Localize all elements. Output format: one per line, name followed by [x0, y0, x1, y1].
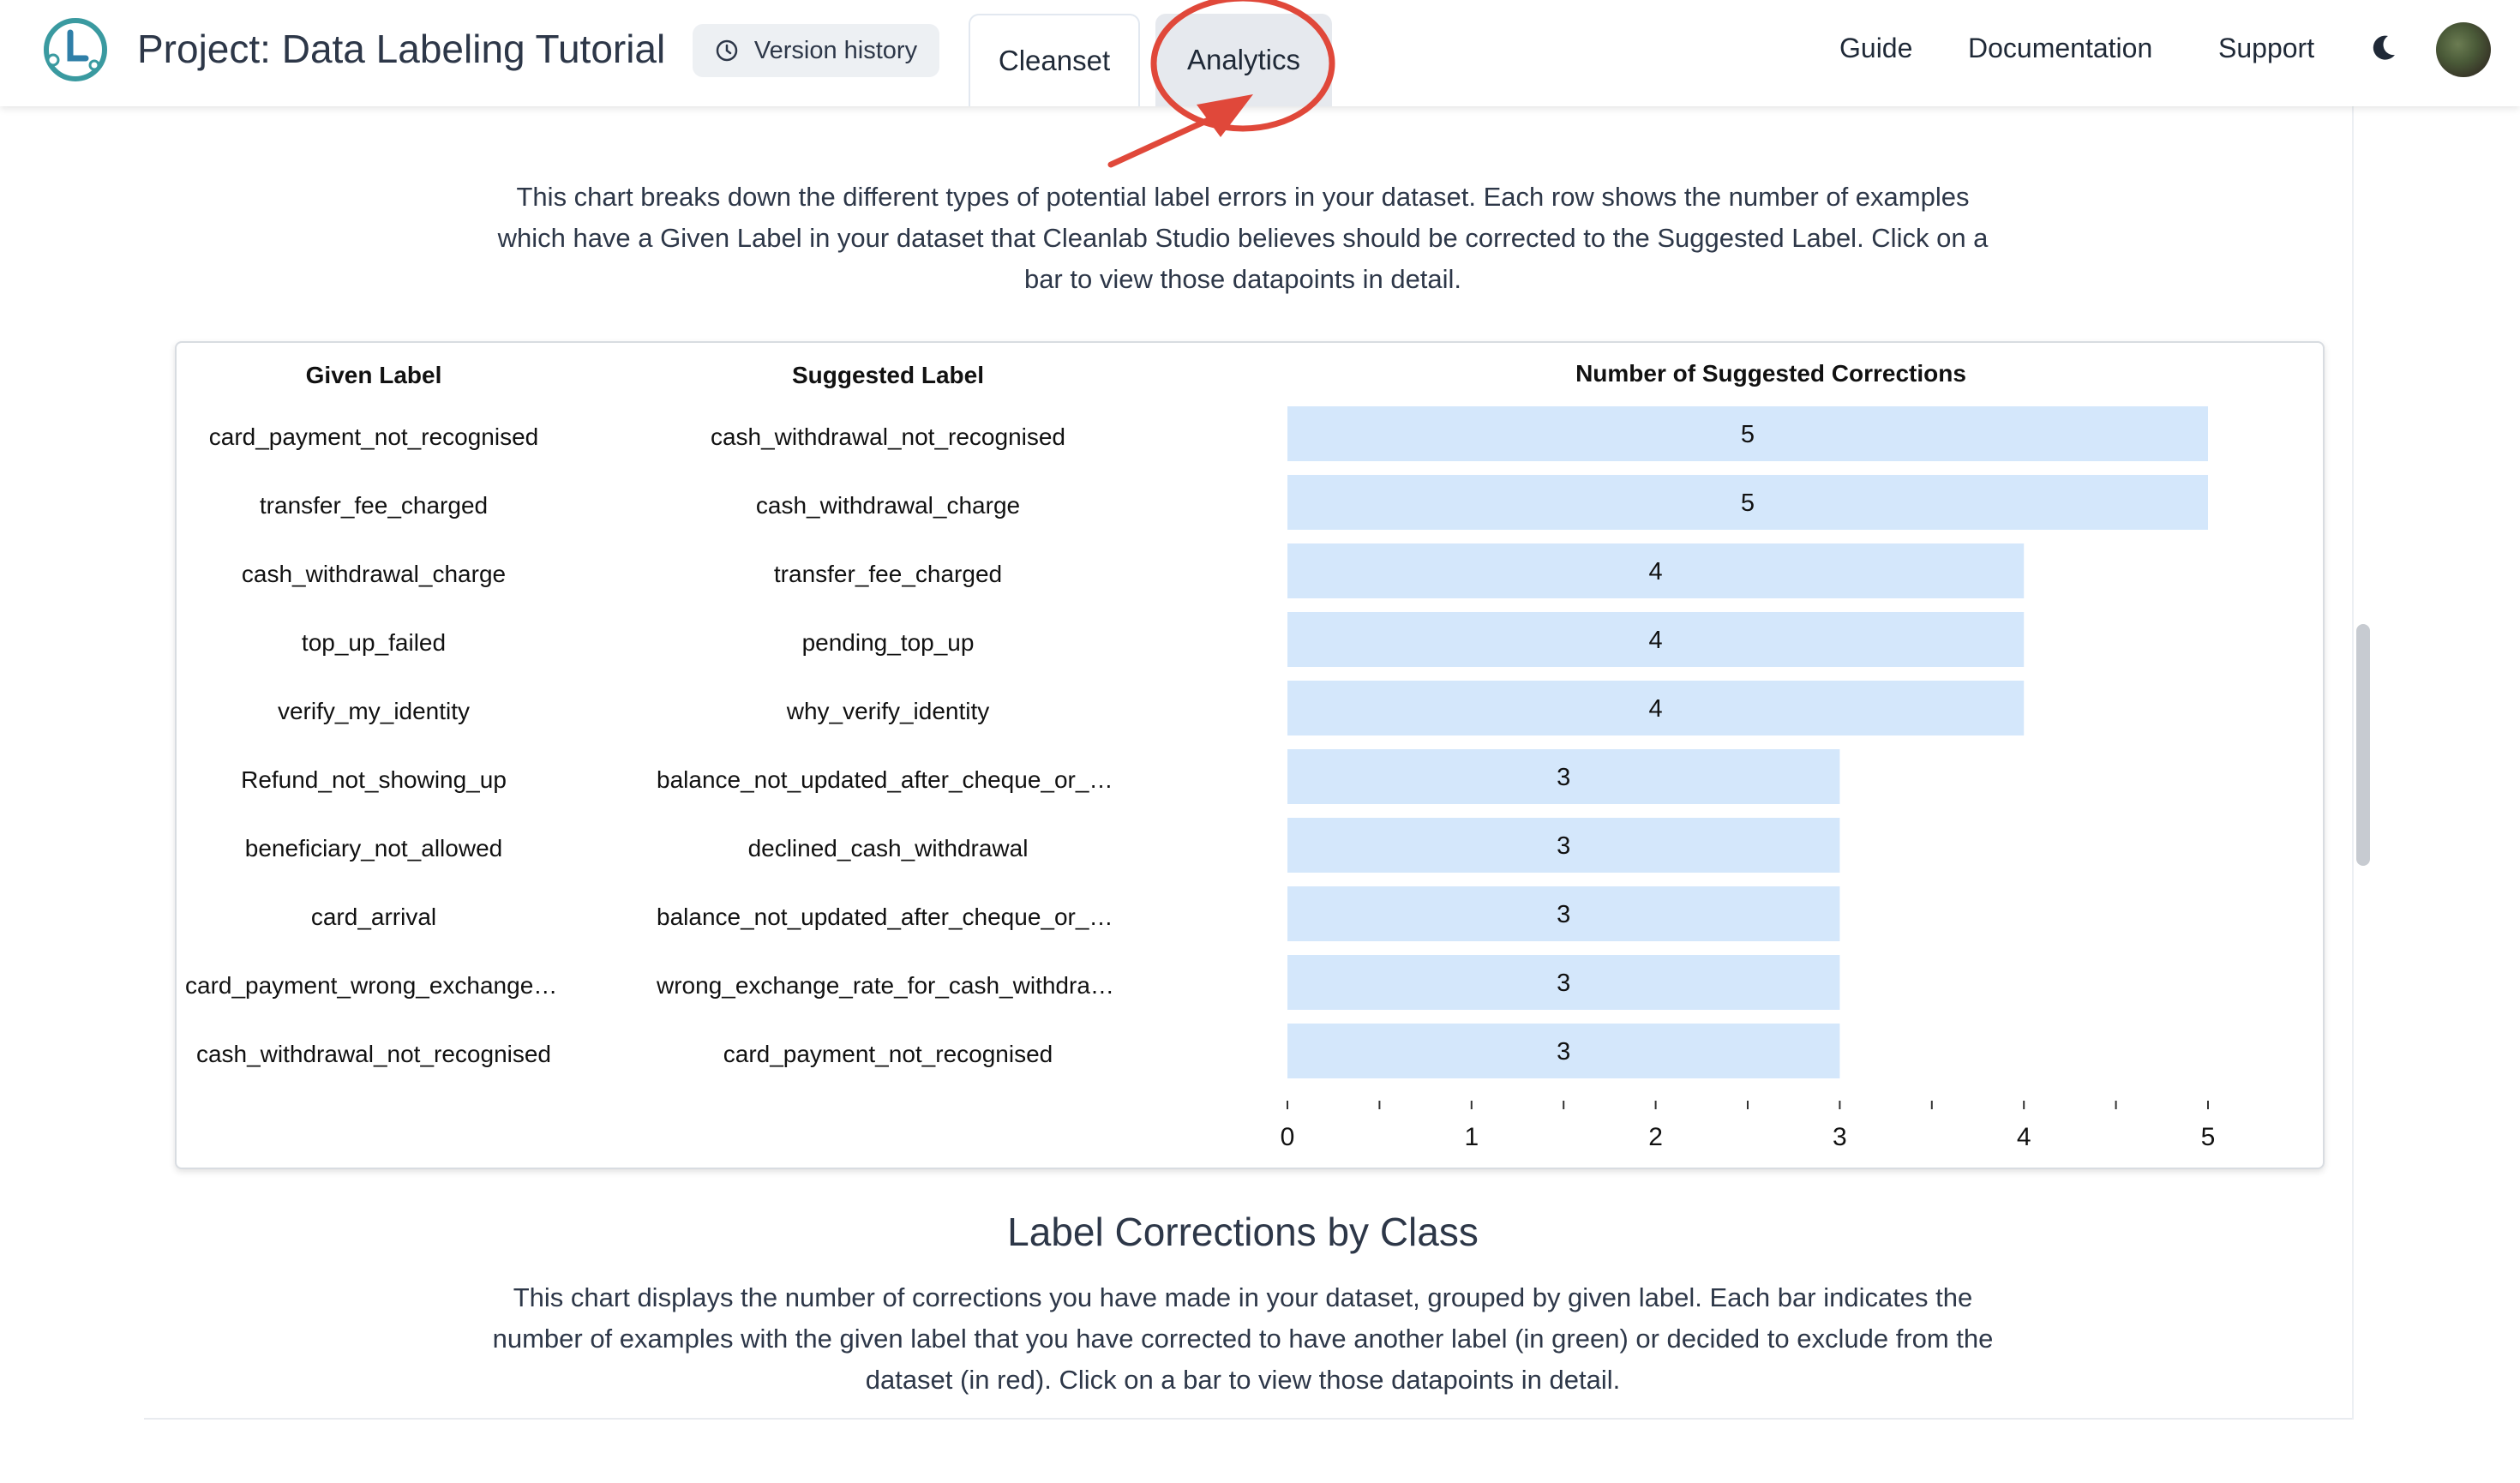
user-avatar[interactable] [2436, 22, 2491, 77]
bar-value-label: 4 [1649, 558, 1663, 585]
tab-cleanset-label: Cleanset [998, 45, 1111, 76]
dark-mode-toggle-icon[interactable] [2367, 33, 2398, 63]
bar-value-label: 3 [1557, 832, 1570, 860]
suggested-corrections-chart-card: Given Label Suggested Label Number of Su… [175, 341, 2325, 1169]
bar-value-label: 5 [1741, 489, 1755, 517]
x-axis-tick-label: 4 [2017, 1123, 2031, 1151]
tab-analytics[interactable]: Analytics [1155, 14, 1332, 106]
bar-value-label: 4 [1649, 627, 1663, 654]
x-axis-tick-label: 2 [1648, 1123, 1663, 1151]
project-title: Project: Data Labeling Tutorial [137, 27, 666, 71]
bar-value-label: 4 [1649, 695, 1663, 723]
bar-value-label: 5 [1741, 421, 1755, 448]
bar-value-label: 3 [1557, 1038, 1570, 1066]
suggested-corrections-description: This chart breaks down the different typ… [497, 182, 1989, 294]
nav-documentation-link[interactable]: Documentation [1968, 33, 2152, 64]
scrollbar-thumb[interactable] [2356, 624, 2370, 866]
x-axis-tick-label: 1 [1464, 1123, 1479, 1151]
top-header: Project: Data Labeling Tutorial Version … [0, 0, 2520, 106]
bar-value-label: 3 [1557, 970, 1570, 997]
x-axis-tick-label: 3 [1833, 1123, 1847, 1151]
label-corrections-by-class-title: Label Corrections by Class [1007, 1210, 1479, 1254]
bar-value-label: 3 [1557, 901, 1570, 928]
label-corrections-by-class-description: This chart displays the number of correc… [492, 1282, 1994, 1395]
nav-guide-link[interactable]: Guide [1839, 33, 1912, 64]
tab-cleanset[interactable]: Cleanset [969, 14, 1140, 106]
x-axis-tick-label: 5 [2201, 1123, 2216, 1151]
nav-support-link[interactable]: Support [2218, 33, 2314, 64]
tab-analytics-label: Analytics [1186, 44, 1301, 75]
suggested-corrections-bar-chart: 5 5 4 4 4 3 3 3 3 3 0 1 2 3 4 5 [1281, 406, 2216, 1151]
content-divider [144, 1418, 2352, 1420]
clock-icon [716, 39, 738, 62]
version-history-button[interactable]: Version history [693, 24, 939, 77]
bar-value-label: 3 [1557, 764, 1570, 791]
cleanlab-logo-icon[interactable] [41, 15, 110, 84]
x-axis-tick-label: 0 [1281, 1123, 1295, 1151]
version-history-label: Version history [753, 36, 918, 64]
